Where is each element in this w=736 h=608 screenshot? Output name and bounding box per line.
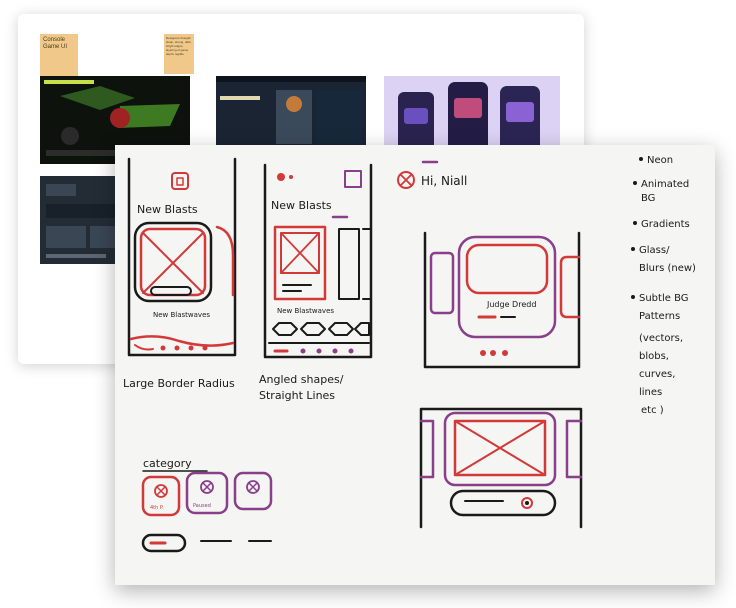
concept2-caption-line2: Straight Lines: [259, 389, 335, 402]
category-tile-3: [233, 471, 273, 511]
note-line: Gradients: [641, 219, 690, 230]
greeting-text: Hi, Niall: [421, 174, 467, 188]
concept2-subheadline: New Blastwaves: [277, 307, 334, 315]
note-line: BG: [641, 193, 655, 204]
concept1-subheadline: New Blastwaves: [153, 311, 210, 319]
note-line: Blurs (new): [639, 263, 696, 274]
note-line: Neon: [647, 155, 673, 166]
note-line: Subtle BG: [639, 293, 689, 304]
note-line: blobs,: [639, 351, 669, 362]
category-tab-bar: [141, 533, 272, 553]
phone-sketch-rounded: [127, 157, 237, 357]
note-line: (vectors,: [639, 333, 683, 344]
note-line: Patterns: [639, 311, 680, 322]
note-line: Animated: [641, 179, 689, 190]
avatar-placeholder-icon: [397, 171, 415, 189]
note-line: lines: [639, 387, 662, 398]
note-line: etc ): [641, 405, 664, 416]
sticky-note-thoughts: Designers thought: clean, strong, dark, …: [164, 34, 194, 74]
note-line: Glass/: [639, 245, 670, 256]
wireframe-sketch-paper: New Blasts New Blastwaves Large Border R…: [115, 145, 715, 585]
category-label: category: [143, 457, 192, 470]
category-tile-1-label: 4th P.: [150, 505, 164, 511]
concept2-headline: New Blasts: [271, 199, 332, 212]
phone-sketch-angled: [263, 163, 373, 359]
note-line: curves,: [639, 369, 675, 380]
console-card-title: Judge Dredd: [486, 300, 536, 309]
concept1-caption: Large Border Radius: [123, 377, 235, 390]
console-card-sketch-alt: [419, 407, 583, 529]
svg-text:Neon Animated: Neon Animated BG Gradients Glass/ Blurs …: [639, 155, 699, 416]
sticky-note-title: Console Game UI: [40, 34, 78, 78]
concept2-caption-line1: Angled shapes/: [259, 373, 344, 386]
concept1-headline: New Blasts: [137, 203, 198, 216]
category-tile-2-label: Paused: [193, 503, 211, 509]
